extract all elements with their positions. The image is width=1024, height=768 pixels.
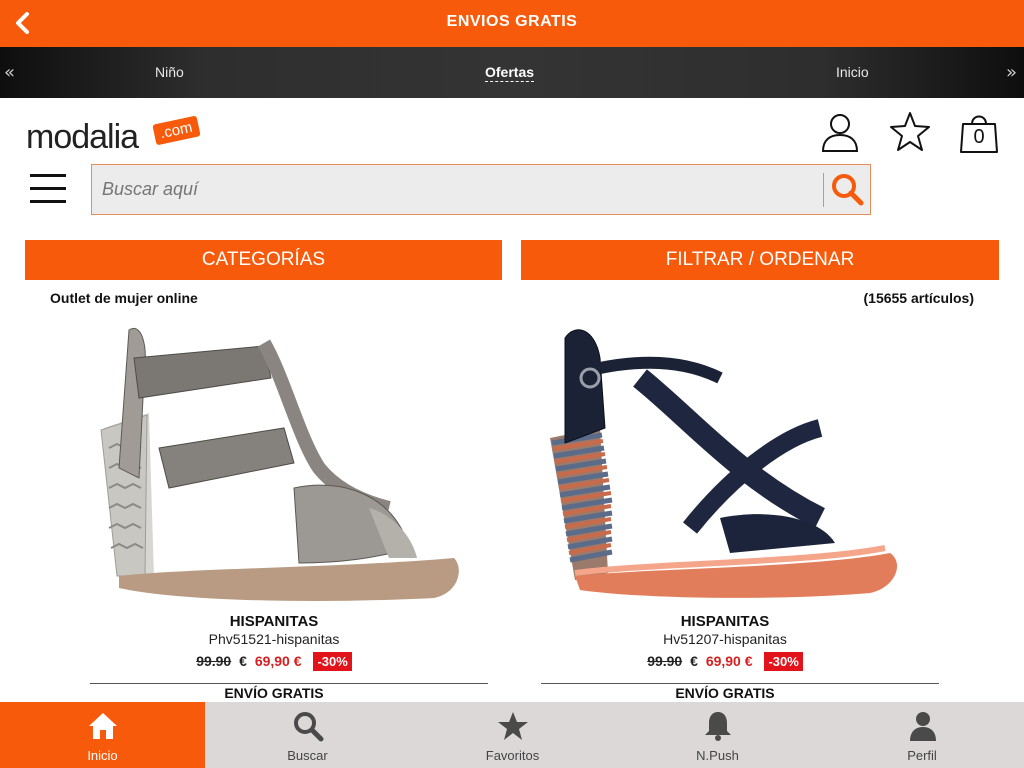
logo-suffix: .com — [152, 115, 201, 146]
star-icon — [498, 712, 528, 740]
tab-perfil[interactable]: Perfil — [820, 702, 1024, 768]
tab-label: Inicio — [87, 748, 118, 763]
promo-title: ENVIOS GRATIS — [446, 13, 578, 30]
listing-count: (15655 artículos) — [863, 290, 975, 306]
product-card[interactable]: HISPANITAS Hv51207-hispanitas 99.90 € 69… — [490, 318, 960, 702]
free-shipping-label: ENVÍO GRATIS — [224, 685, 324, 701]
discount-badge: -30% — [313, 652, 352, 671]
account-button[interactable] — [818, 110, 862, 154]
search-bar — [91, 164, 871, 215]
tab-label: Buscar — [287, 748, 328, 763]
free-shipping-label: ENVÍO GRATIS — [675, 685, 775, 701]
user-outline-icon — [821, 114, 859, 152]
favorites-button[interactable] — [888, 110, 932, 154]
product-reference: Phv51521-hispanitas — [208, 631, 340, 647]
product-card[interactable]: HISPANITAS Phv51521-hispanitas 99.90 € 6… — [39, 318, 509, 702]
tab-label: Perfil — [907, 748, 937, 763]
product-brand: HISPANITAS — [229, 613, 319, 630]
star-outline-icon — [890, 112, 930, 151]
header: modalia .com 0 — [0, 98, 1024, 228]
divider — [90, 683, 488, 684]
cart-count: 0 — [973, 126, 985, 148]
product-image[interactable] — [490, 318, 960, 608]
bottom-tab-bar: Inicio Buscar Favoritos N.Push Perfil — [0, 702, 1024, 768]
search-divider — [823, 173, 824, 207]
category-nav: « Niño Ofertas Inicio » — [0, 47, 1024, 98]
product-prices: 99.90 € 69,90 € -30% — [39, 652, 509, 671]
product-image[interactable] — [39, 318, 509, 608]
bell-icon — [705, 712, 731, 741]
logo[interactable]: modalia .com — [26, 115, 201, 156]
old-price: 99.90 — [647, 653, 683, 669]
menu-icon[interactable] — [30, 174, 66, 204]
old-price: 99.90 — [196, 653, 232, 669]
tab-label: Favoritos — [485, 748, 540, 763]
user-icon — [910, 712, 936, 741]
search-icon — [294, 712, 324, 742]
search-button[interactable] — [828, 171, 868, 209]
cart-button[interactable]: 0 — [957, 110, 1001, 154]
tab-buscar[interactable]: Buscar — [205, 702, 410, 768]
product-prices: 99.90 € 69,90 € -30% — [490, 652, 960, 671]
double-chevron-right-icon[interactable]: » — [1006, 62, 1017, 83]
tab-label: N.Push — [696, 748, 739, 763]
filter-sort-button[interactable]: FILTRAR / ORDENAR — [521, 240, 999, 280]
nav-item-ofertas[interactable]: Ofertas — [485, 64, 535, 82]
new-price: 69,90 — [254, 653, 290, 669]
nav-item-inicio[interactable]: Inicio — [836, 64, 869, 80]
new-price-currency: € — [744, 653, 753, 669]
product-brand: HISPANITAS — [680, 613, 770, 630]
old-price-currency: € — [690, 653, 698, 669]
search-input[interactable] — [92, 165, 822, 214]
search-icon — [832, 174, 864, 206]
tab-inicio[interactable]: Inicio — [0, 702, 205, 768]
discount-badge: -30% — [764, 652, 803, 671]
listing-title: Outlet de mujer online — [50, 290, 198, 306]
tab-favoritos[interactable]: Favoritos — [410, 702, 615, 768]
categories-button[interactable]: CATEGORÍAS — [25, 240, 502, 280]
old-price-currency: € — [239, 653, 247, 669]
new-price: 69,90 — [705, 653, 741, 669]
product-reference: Hv51207-hispanitas — [663, 631, 787, 647]
tab-npush[interactable]: N.Push — [615, 702, 820, 768]
home-icon — [89, 713, 117, 739]
new-price-currency: € — [293, 653, 302, 669]
top-bar: ENVIOS GRATIS — [0, 0, 1024, 47]
divider — [541, 683, 939, 684]
logo-word: modalia — [26, 118, 139, 156]
nav-item-nino[interactable]: Niño — [155, 64, 184, 80]
double-chevron-left-icon[interactable]: « — [4, 62, 15, 83]
